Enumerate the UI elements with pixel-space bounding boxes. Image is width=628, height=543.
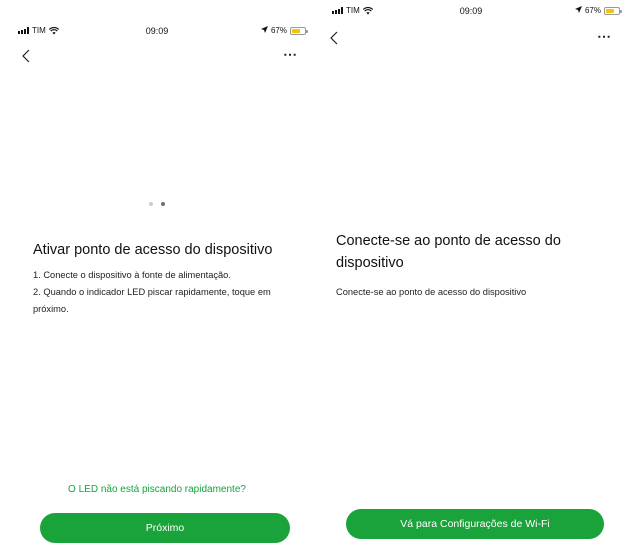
battery-percent: 67% (584, 6, 601, 15)
battery-fill (606, 8, 615, 13)
page-title: Conecte-se ao ponto de acesso do disposi… (336, 233, 561, 271)
screen-activate-hotspot: TIM 09:09 67% ⋯ Ativar ponto de acesso d… (0, 0, 314, 543)
instruction-step-2: 2. Quando o indicador LED piscar rapidam… (33, 287, 271, 314)
nav-bar: ⋯ (314, 26, 628, 50)
nav-bar: ⋯ (0, 44, 314, 68)
page-title: Ativar ponto de acesso do dispositivo (33, 242, 273, 258)
location-arrow-icon (574, 6, 582, 15)
back-chevron-icon (330, 31, 338, 45)
page-indicator (0, 202, 314, 206)
battery-icon (290, 26, 308, 35)
battery-percent: 67% (270, 26, 287, 35)
status-bar: TIM 09:09 67% (314, 6, 628, 26)
page-dot-active (161, 202, 165, 206)
page-description: Conecte-se ao ponto de acesso do disposi… (336, 287, 527, 297)
battery-icon (604, 6, 622, 15)
back-button[interactable] (22, 44, 40, 68)
more-icon[interactable]: ⋯ (283, 46, 297, 63)
next-button[interactable]: Próximo (40, 513, 290, 543)
instruction-step-1: 1. Conecte o dispositivo à fonte de alim… (33, 270, 231, 280)
status-bar-right: 67% (574, 6, 622, 15)
led-help-link[interactable]: O LED não está piscando rapidamente? (0, 484, 314, 495)
location-arrow-icon (260, 26, 268, 35)
instructions: 1. Conecte o dispositivo à fonte de alim… (33, 267, 284, 318)
more-icon[interactable]: ⋯ (597, 28, 611, 45)
page-dot (149, 202, 153, 206)
screen-connect-hotspot: TIM 09:09 67% ⋯ Conecte-se ao ponto de a… (314, 0, 628, 543)
back-button[interactable] (330, 26, 348, 50)
status-bar-right: 67% (260, 26, 308, 35)
wifi-settings-button[interactable]: Vá para Configurações de Wi-Fi (346, 509, 604, 539)
battery-fill (292, 28, 301, 33)
status-bar: TIM 09:09 67% (0, 26, 314, 46)
back-chevron-icon (22, 49, 30, 63)
